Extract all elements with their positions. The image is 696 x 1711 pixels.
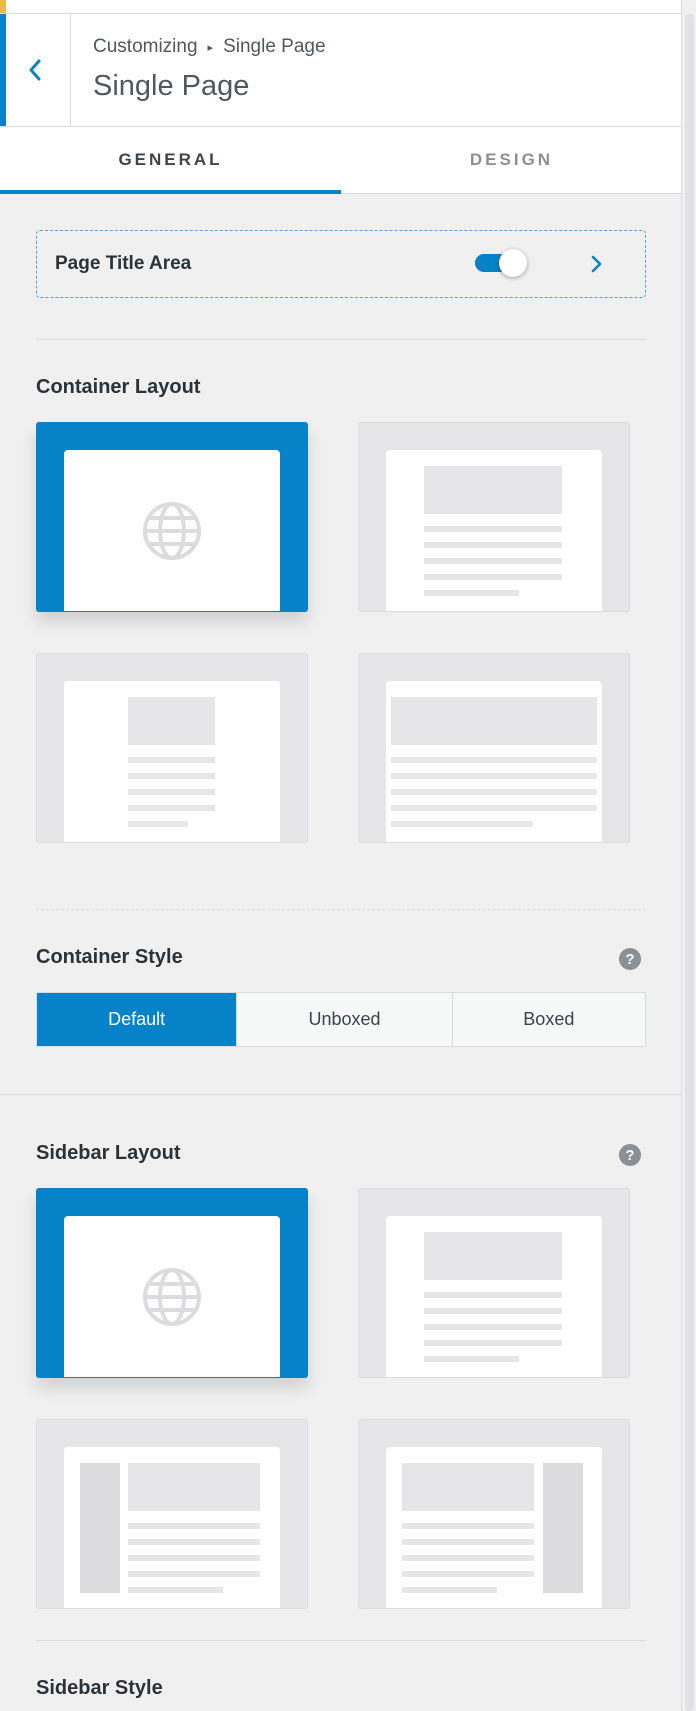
sidebar-layout-help-icon[interactable]: ? xyxy=(619,1144,641,1166)
section-divider xyxy=(0,1094,682,1095)
globe-icon xyxy=(143,1268,201,1326)
panel-scrollbar[interactable] xyxy=(681,0,696,1711)
container-style-default-button[interactable]: Default xyxy=(37,993,237,1046)
page-title: Single Page xyxy=(93,70,250,102)
breadcrumb-current: Single Page xyxy=(223,36,326,57)
container-style-boxed-button[interactable]: Boxed xyxy=(451,993,645,1046)
page-title-area-toggle[interactable] xyxy=(475,249,527,277)
tab-design[interactable]: DESIGN xyxy=(341,127,682,193)
chevron-right-icon[interactable] xyxy=(583,251,609,277)
breadcrumb-separator-icon: ▸ xyxy=(207,41,214,54)
container-layout-option-narrow[interactable] xyxy=(36,653,308,843)
breadcrumb: Customizing ▸ Single Page xyxy=(93,36,326,58)
back-button[interactable] xyxy=(0,14,71,126)
container-layout-option-default[interactable] xyxy=(36,422,308,612)
left-sidebar-icon xyxy=(64,1447,280,1608)
scrollbar-thumb[interactable] xyxy=(685,14,694,1711)
toggle-knob xyxy=(499,249,527,277)
top-notice-strip xyxy=(0,0,682,14)
container-style-title: Container Style xyxy=(36,946,183,968)
container-style-unboxed-button[interactable]: Unboxed xyxy=(236,993,451,1046)
sidebar-layout-option-no-sidebar[interactable] xyxy=(358,1188,630,1378)
right-sidebar-icon xyxy=(386,1447,602,1608)
divider xyxy=(36,339,646,340)
container-layout-option-normal[interactable] xyxy=(358,422,630,612)
container-layout-title: Container Layout xyxy=(36,376,201,398)
section-header: Customizing ▸ Single Page Single Page xyxy=(0,14,682,127)
sidebar-layout-option-right-sidebar[interactable] xyxy=(358,1419,630,1609)
tab-bar: GENERAL DESIGN xyxy=(0,127,682,194)
customizer-panel: Customizing ▸ Single Page Single Page GE… xyxy=(0,0,682,1711)
page-title-area-control[interactable]: Page Title Area xyxy=(36,230,646,298)
container-style-help-icon[interactable]: ? xyxy=(619,948,641,970)
layout-preview xyxy=(64,1216,280,1377)
chevron-left-icon xyxy=(29,59,41,81)
sidebar-layout-option-default[interactable] xyxy=(36,1188,308,1378)
page-title-area-label: Page Title Area xyxy=(55,253,192,274)
layout-preview xyxy=(64,450,280,611)
full-width-container-icon xyxy=(386,681,602,842)
sidebar-layout-option-left-sidebar[interactable] xyxy=(36,1419,308,1609)
notice-accent xyxy=(0,0,6,13)
globe-icon xyxy=(143,502,201,560)
sidebar-style-title: Sidebar Style xyxy=(36,1677,163,1699)
divider xyxy=(36,1640,646,1641)
container-style-segmented-control: Default Unboxed Boxed xyxy=(36,992,646,1047)
no-sidebar-icon xyxy=(386,1216,602,1377)
tab-general[interactable]: GENERAL xyxy=(0,127,341,194)
sidebar-layout-title: Sidebar Layout xyxy=(36,1142,181,1164)
normal-container-icon xyxy=(386,450,602,611)
divider xyxy=(36,909,646,910)
breadcrumb-parent: Customizing xyxy=(93,36,198,57)
container-layout-option-full-width[interactable] xyxy=(358,653,630,843)
narrow-container-icon xyxy=(64,681,280,842)
